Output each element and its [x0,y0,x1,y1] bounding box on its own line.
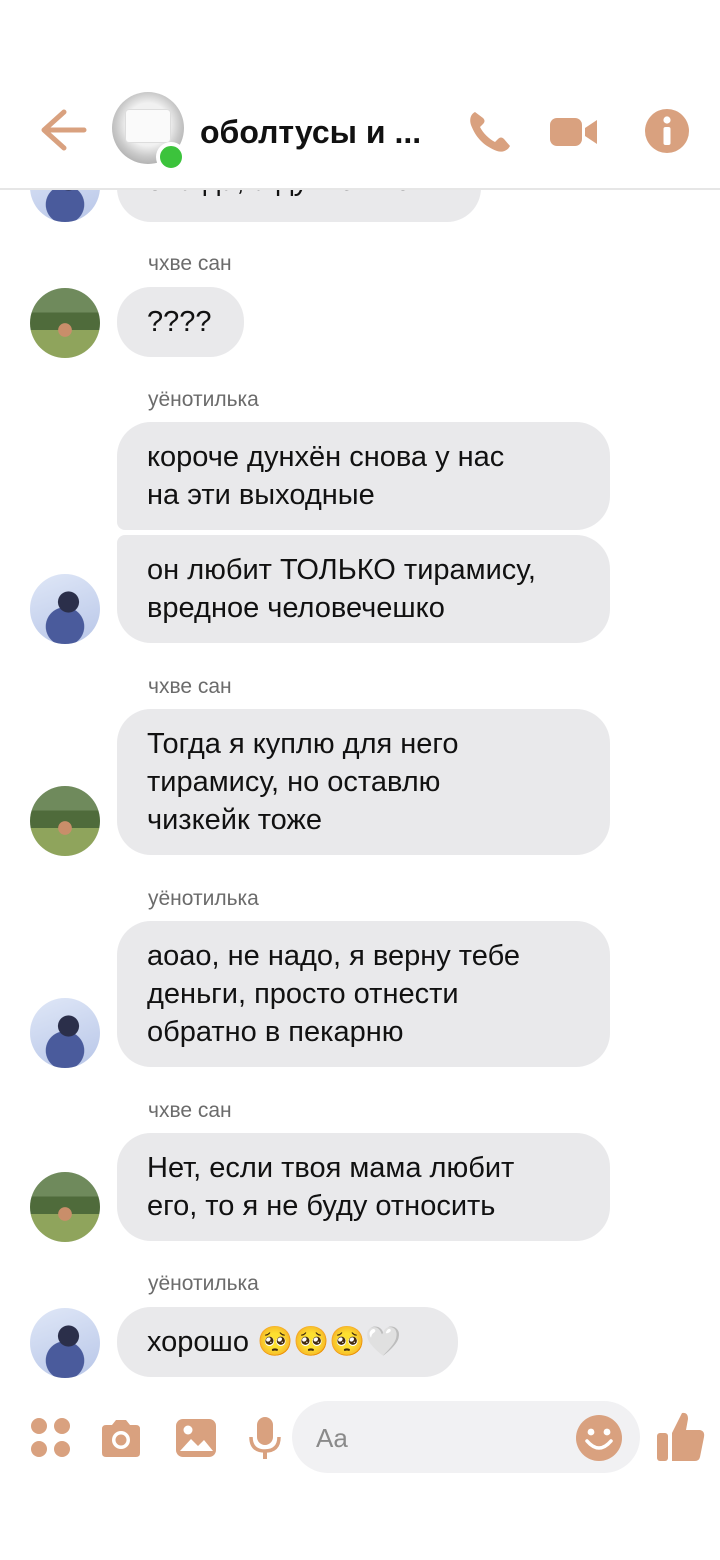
message-bubble[interactable]: короче дунхён снова у нас на эти выходны… [117,422,610,530]
info-icon[interactable] [642,106,692,156]
message-text: аоао, не надо, я верну тебе деньги, прос… [147,940,520,1048]
message-text: хорошо 🥺🥺🥺🤍 [147,1326,402,1358]
thumbs-up-icon[interactable] [655,1409,707,1463]
message-composer: Aa [0,1395,720,1485]
sender-name: чхве сан [148,1099,232,1122]
message-bubble[interactable]: хорошо 🥺🥺🥺🤍 [117,1307,458,1377]
message-bubble[interactable]: аоао, не надо, я верну тебе деньги, прос… [117,921,610,1067]
sender-name: чхве сан [148,675,232,698]
microphone-icon[interactable] [242,1415,288,1461]
sender-name: чхве сан [148,252,232,275]
sender-avatar[interactable] [30,786,100,856]
sender-name: уёнотилька [148,388,259,411]
message-input-placeholder: Aa [316,1423,348,1453]
back-arrow-icon[interactable] [38,108,88,152]
chat-title[interactable]: оболтусы и ... [200,114,421,151]
emoji-icon[interactable] [574,1413,624,1463]
sender-avatar[interactable] [30,998,100,1068]
message-text: Тогда я куплю для него тирамису, но оста… [147,728,459,836]
sender-avatar[interactable] [30,288,100,358]
sender-avatar[interactable] [30,1172,100,1242]
sender-avatar[interactable] [30,1308,100,1378]
sender-name: уёнотилька [148,1272,259,1295]
sender-avatar[interactable] [30,574,100,644]
video-call-icon[interactable] [548,106,598,156]
phone-call-icon[interactable] [465,106,515,156]
sender-name: уёнотилька [148,887,259,910]
gallery-icon[interactable] [173,1415,219,1461]
message-text: ???? [147,306,212,338]
message-text: короче дунхён снова у нас на эти выходны… [147,441,505,511]
message-text: Нет, если твоя мама любит его, то я не б… [147,1152,515,1222]
message-bubble[interactable]: Нет, если твоя мама любит его, то я не б… [117,1133,610,1241]
more-apps-icon[interactable] [28,1415,74,1461]
chat-header: оболтусы и ... [0,70,720,190]
message-bubble[interactable]: Тогда я куплю для него тирамису, но оста… [117,709,610,855]
camera-icon[interactable] [98,1415,144,1461]
message-bubble[interactable]: ???? [117,287,244,357]
message-bubble[interactable]: он любит ТОЛЬКО тирамису, вредное челове… [117,535,610,643]
message-text: он любит ТОЛЬКО тирамису, вредное челове… [147,554,536,624]
online-status-indicator [156,142,186,172]
